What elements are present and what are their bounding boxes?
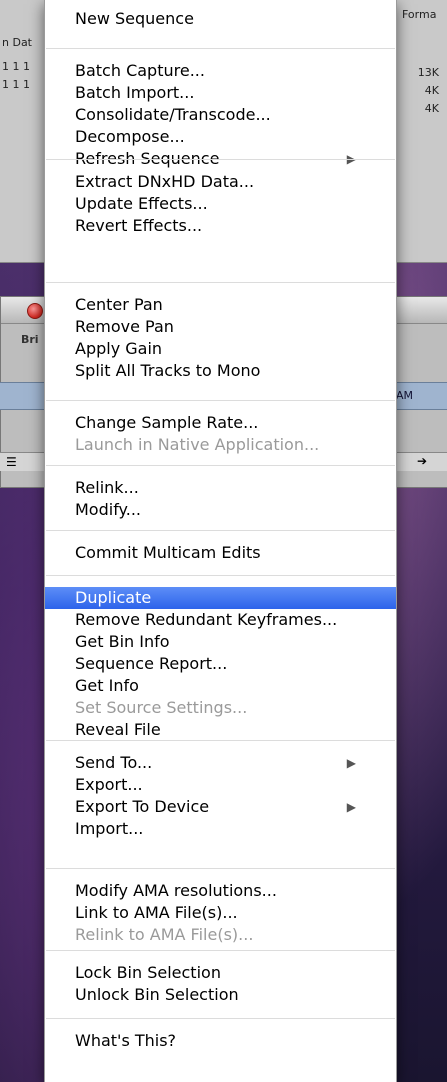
menu-item-label: Batch Import... xyxy=(75,83,195,102)
menu-item-label: Change Sample Rate... xyxy=(75,413,259,432)
menu-separator xyxy=(46,48,395,49)
size-value: 13K xyxy=(417,66,439,79)
bin-tab[interactable]: Bri xyxy=(21,333,39,346)
menu-item-modify[interactable]: Modify... xyxy=(45,499,396,521)
menu-separator xyxy=(46,282,395,283)
menu-item-send-to[interactable]: Send To... ▶ xyxy=(45,752,396,774)
menu-item-label: Update Effects... xyxy=(75,194,208,213)
menu-item-label: Modify AMA resolutions... xyxy=(75,881,277,900)
menu-item-label: Import... xyxy=(75,819,144,838)
column-header-date: n Dat xyxy=(2,36,32,49)
menu-item-remove-pan[interactable]: Remove Pan xyxy=(45,316,396,338)
submenu-arrow-icon: ▶ xyxy=(346,756,356,770)
submenu-arrow-icon: ▶ xyxy=(346,800,356,814)
menu-separator xyxy=(46,1018,395,1019)
menu-item-extract-dnxhd-data[interactable]: Extract DNxHD Data... xyxy=(45,171,396,193)
menu-item-set-source-settings: Set Source Settings... xyxy=(45,697,396,719)
menu-item-decompose[interactable]: Decompose... xyxy=(45,126,396,148)
menu-item-label: Unlock Bin Selection xyxy=(75,985,239,1004)
menu-item-change-sample-rate[interactable]: Change Sample Rate... xyxy=(45,412,396,434)
menu-item-label: Export... xyxy=(75,775,143,794)
menu-item-label: Launch in Native Application... xyxy=(75,435,320,454)
menu-item-commit-multicam-edits[interactable]: Commit Multicam Edits xyxy=(45,542,396,564)
size-value: 4K xyxy=(424,102,439,115)
menu-separator xyxy=(46,575,395,576)
menu-item-label: Relink to AMA File(s)... xyxy=(75,925,254,944)
row-value: 1 1 1 xyxy=(2,60,30,73)
menu-item-label: Lock Bin Selection xyxy=(75,963,221,982)
menu-item-label: Revert Effects... xyxy=(75,216,203,235)
menu-item-relink[interactable]: Relink... xyxy=(45,477,396,499)
menu-item-duplicate[interactable]: Duplicate xyxy=(45,587,396,609)
menu-item-label: Apply Gain xyxy=(75,339,163,358)
menu-item-export-to-device[interactable]: Export To Device ▶ xyxy=(45,796,396,818)
menu-item-label: Split All Tracks to Mono xyxy=(75,361,261,380)
menu-item-label: Relink... xyxy=(75,478,139,497)
menu-item-what-s-this[interactable]: What's This? xyxy=(45,1030,396,1052)
menu-item-label: Remove Redundant Keyframes... xyxy=(75,610,338,629)
menu-item-label: Send To... xyxy=(75,753,153,772)
menu-item-label: Decompose... xyxy=(75,127,185,146)
menu-item-label: Commit Multicam Edits xyxy=(75,543,261,562)
menu-item-label: Get Bin Info xyxy=(75,632,170,651)
menu-item-sequence-report[interactable]: Sequence Report... xyxy=(45,653,396,675)
menu-item-label: Get Info xyxy=(75,676,139,695)
menu-item-export[interactable]: Export... xyxy=(45,774,396,796)
menu-item-center-pan[interactable]: Center Pan xyxy=(45,294,396,316)
menu-item-label: Modify... xyxy=(75,500,141,519)
menu-item-label: Remove Pan xyxy=(75,317,174,336)
menu-item-batch-capture[interactable]: Batch Capture... xyxy=(45,60,396,82)
menu-item-label: Export To Device xyxy=(75,797,210,816)
menu-separator xyxy=(46,530,395,531)
menu-item-new-sequence[interactable]: New Sequence xyxy=(45,8,396,30)
menu-item-launch-in-native-application: Launch in Native Application... xyxy=(45,434,396,456)
menu-item-revert-effects[interactable]: Revert Effects... xyxy=(45,215,396,237)
menu-item-label: New Sequence xyxy=(75,9,194,28)
menu-separator xyxy=(46,159,395,160)
menu-item-get-bin-info[interactable]: Get Bin Info xyxy=(45,631,396,653)
menu-item-apply-gain[interactable]: Apply Gain xyxy=(45,338,396,360)
context-menu: New Sequence Batch Capture... Batch Import… xyxy=(44,0,397,1082)
menu-item-remove-redundant-keyframes[interactable]: Remove Redundant Keyframes... xyxy=(45,609,396,631)
menu-item-batch-import[interactable]: Batch Import... xyxy=(45,82,396,104)
menu-item-modify-ama-resolutions[interactable]: Modify AMA resolutions... xyxy=(45,880,396,902)
menu-item-label: Center Pan xyxy=(75,295,163,314)
menu-item-link-to-ama-file-s[interactable]: Link to AMA File(s)... xyxy=(45,902,396,924)
menu-item-relink-to-ama-file-s: Relink to AMA File(s)... xyxy=(45,924,396,946)
menu-item-label: Duplicate xyxy=(75,588,152,607)
column-header-format: Forma xyxy=(402,8,437,21)
menu-separator xyxy=(46,465,395,466)
menu-icon[interactable]: ☰ xyxy=(6,455,17,469)
menu-item-reveal-file[interactable]: Reveal File xyxy=(45,719,396,741)
menu-item-label: Batch Capture... xyxy=(75,61,205,80)
menu-item-get-info[interactable]: Get Info xyxy=(45,675,396,697)
menu-item-label: Set Source Settings... xyxy=(75,698,248,717)
menu-item-lock-bin-selection[interactable]: Lock Bin Selection xyxy=(45,962,396,984)
menu-item-label: Link to AMA File(s)... xyxy=(75,903,238,922)
menu-item-label: Consolidate/Transcode... xyxy=(75,105,271,124)
menu-item-unlock-bin-selection[interactable]: Unlock Bin Selection xyxy=(45,984,396,1006)
menu-item-label: Extract DNxHD Data... xyxy=(75,172,255,191)
close-button[interactable] xyxy=(27,303,43,319)
menu-item-label: What's This? xyxy=(75,1031,177,1050)
menu-separator xyxy=(46,740,395,741)
menu-item-label: Sequence Report... xyxy=(75,654,228,673)
size-value: 4K xyxy=(424,84,439,97)
menu-item-consolidate-transcode[interactable]: Consolidate/Transcode... xyxy=(45,104,396,126)
menu-separator xyxy=(46,950,395,951)
row-value: 1 1 1 xyxy=(2,78,30,91)
arrow-right-icon[interactable]: ➔ xyxy=(417,454,427,468)
menu-item-update-effects[interactable]: Update Effects... xyxy=(45,193,396,215)
menu-separator xyxy=(46,400,395,401)
menu-separator xyxy=(46,868,395,869)
menu-item-split-all-tracks-to-mono[interactable]: Split All Tracks to Mono xyxy=(45,360,396,382)
menu-item-import[interactable]: Import... xyxy=(45,818,396,840)
menu-item-label: Reveal File xyxy=(75,720,161,739)
